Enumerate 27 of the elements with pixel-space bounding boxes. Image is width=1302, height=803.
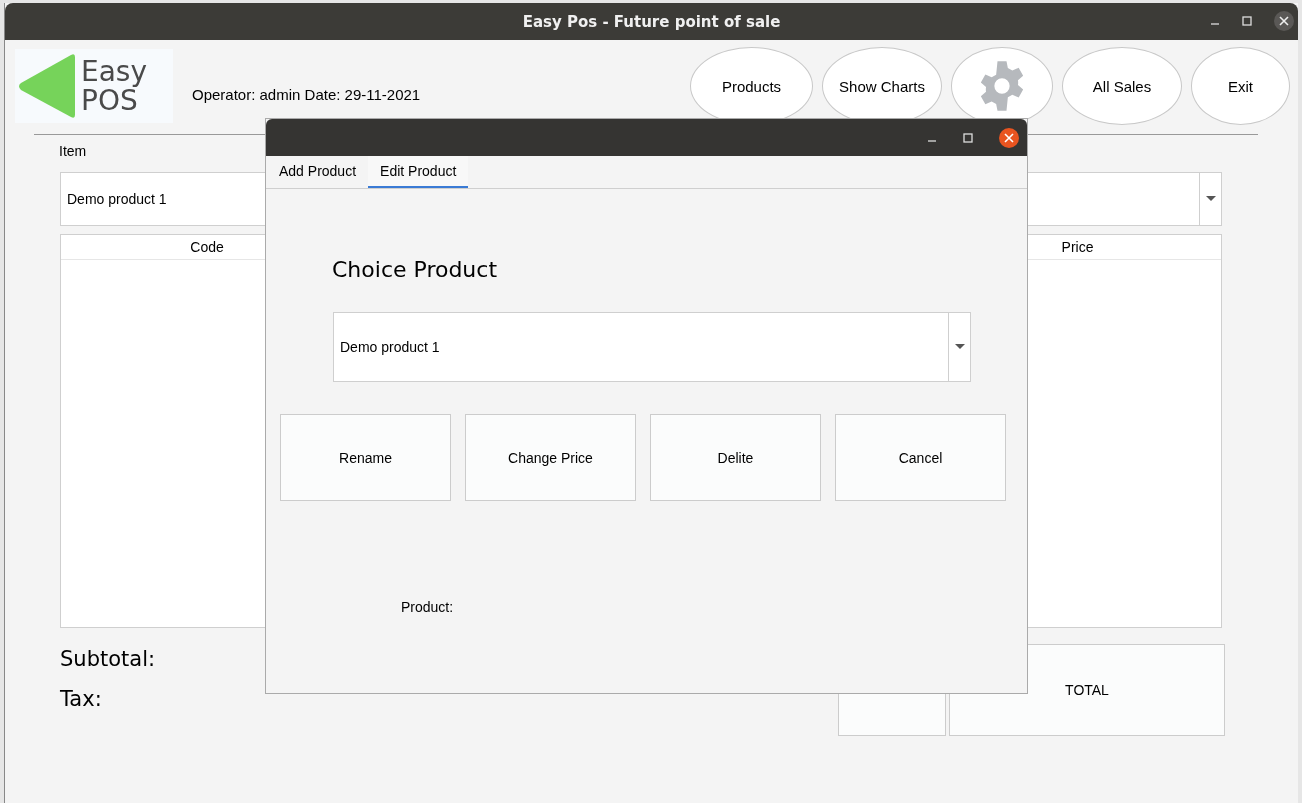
caret-icon bbox=[954, 344, 965, 350]
column-header: Price bbox=[1060, 239, 1095, 255]
action-button[interactable]: Cancel bbox=[835, 414, 1006, 501]
tab[interactable]: Add Product bbox=[267, 156, 369, 188]
item-label: Item bbox=[59, 143, 88, 159]
action-button[interactable]: Rename bbox=[280, 414, 451, 501]
window-title: Easy Pos - Future point of sale bbox=[522, 12, 781, 31]
toolbar-button[interactable]: Exit bbox=[1191, 47, 1290, 125]
toolbar-button[interactable]: All Sales bbox=[1062, 47, 1182, 125]
subtotal-label: Subtotal: bbox=[60, 647, 156, 671]
product-label: Product: bbox=[401, 599, 454, 615]
maximize-icon[interactable] bbox=[1242, 16, 1252, 26]
action-button[interactable]: Delite bbox=[650, 414, 821, 501]
tax-label: Tax: bbox=[60, 687, 103, 711]
triangle-icon bbox=[17, 53, 77, 119]
column-header: Code bbox=[189, 239, 225, 255]
tab[interactable]: Edit Product bbox=[368, 156, 469, 188]
close-icon[interactable] bbox=[999, 127, 1019, 148]
logo-text: POS bbox=[81, 86, 138, 115]
action-button[interactable]: Change Price bbox=[465, 414, 636, 501]
close-icon[interactable] bbox=[1274, 11, 1294, 31]
product-dropdown[interactable]: Demo product 1 bbox=[333, 312, 971, 382]
maximize-icon[interactable] bbox=[963, 132, 973, 143]
logo-text: Easy bbox=[81, 57, 147, 86]
dialog-heading: Choice Product bbox=[332, 257, 498, 282]
operator-info: Operator: admin Date: 29-11-2021 bbox=[192, 85, 421, 103]
caret-icon bbox=[1205, 196, 1216, 202]
